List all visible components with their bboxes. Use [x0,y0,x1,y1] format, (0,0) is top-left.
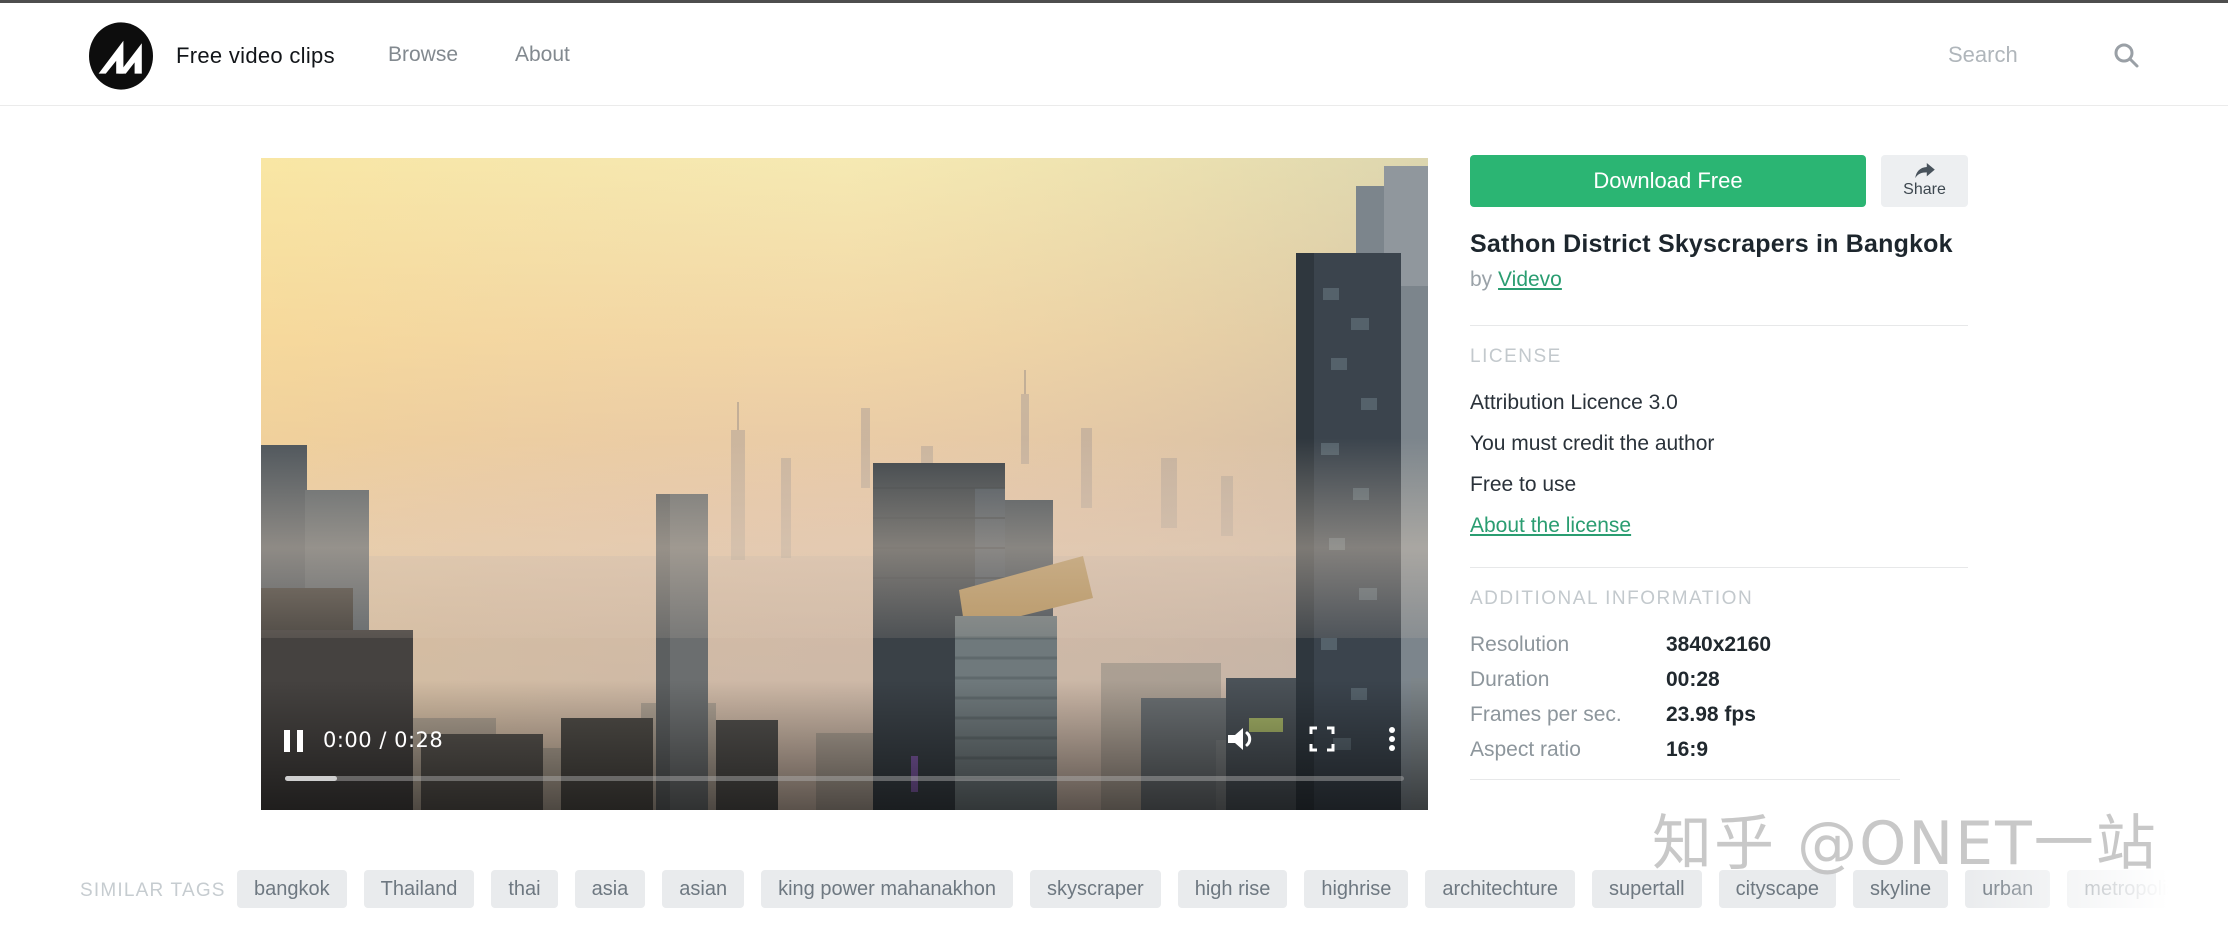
time-display: 0:00 / 0:28 [323,728,444,752]
tags-strip: bangkok Thailand thai asia asian king po… [237,870,2228,910]
tag-pill[interactable]: supertall [1592,870,1702,908]
video-title: Sathon District Skyscrapers in Bangkok [1470,230,1953,258]
info-value: 23.98 fps [1666,702,1756,726]
logo-icon [81,16,161,96]
about-license-link[interactable]: About the license [1470,514,1631,538]
additional-info-table: Resolution 3840x2160 Duration 00:28 Fram… [1470,627,1968,767]
pause-icon [284,730,290,752]
share-button[interactable]: Share [1881,155,1968,207]
tag-pill[interactable]: bangkok [237,870,347,908]
pause-button[interactable] [284,728,314,754]
info-label: Frames per sec. [1470,702,1622,726]
info-row: Frames per sec. 23.98 fps [1470,697,1968,732]
tag-pill[interactable]: cityscape [1718,870,1836,908]
volume-button[interactable] [1224,724,1256,754]
info-label: Duration [1470,667,1550,691]
tag-pill[interactable]: skyline [1853,870,1949,908]
tag-pill[interactable]: drone [2210,870,2228,908]
info-value: 16:9 [1666,737,1709,761]
fullscreen-button[interactable] [1306,724,1338,754]
kebab-icon [1389,727,1395,751]
volume-icon [1228,728,1252,750]
info-row: Aspect ratio 16:9 [1470,732,1968,767]
tag-pill[interactable]: asian [662,870,745,908]
divider [1470,779,1900,780]
tag-pill[interactable]: highrise [1304,870,1409,908]
download-free-button[interactable]: Download Free [1470,155,1866,207]
tag-pill[interactable]: Thailand [363,870,475,908]
similar-tags-heading: SIMILAR TAGS [80,880,226,901]
video-player[interactable]: 0:00 / 0:28 [261,158,1428,810]
additional-info-heading: ADDITIONAL INFORMATION [1470,588,1754,609]
nav-link-browse[interactable]: Browse [388,3,458,106]
divider [1470,325,1968,326]
tag-pill[interactable]: king power mahanakhon [761,870,1014,908]
brand-title: Free video clips [176,43,335,68]
byline: by Videvo [1470,268,1968,292]
progress-bar[interactable] [285,776,1404,781]
divider [1470,567,1968,568]
progress-played [285,776,337,781]
detail-panel: Download Free Share Sathon District Skys… [1470,155,1968,780]
tag-pill[interactable]: architechture [1425,870,1576,908]
info-label: Resolution [1470,632,1570,656]
author-link[interactable]: Videvo [1498,268,1562,291]
tag-pill[interactable]: high rise [1177,870,1288,908]
info-row: Duration 00:28 [1470,662,1968,697]
header: Free video clips Browse About [0,3,2228,106]
similar-tags-row: SIMILAR TAGS bangkok Thailand thai asia … [0,860,2228,920]
byline-prefix: by [1470,268,1493,291]
info-value: 00:28 [1666,667,1720,691]
license-line: Free to use [1470,473,1577,496]
share-button-label: Share [1903,181,1946,198]
tag-pill[interactable]: thai [491,870,558,908]
tag-pill[interactable]: metropolis [2067,870,2194,908]
info-label: Aspect ratio [1470,737,1581,761]
share-icon [1914,163,1935,179]
info-value: 3840x2160 [1666,632,1772,656]
tag-pill[interactable]: asia [574,870,646,908]
fullscreen-icon [1309,726,1335,752]
nav-link-about[interactable]: About [515,3,570,106]
license-line: Attribution Licence 3.0 [1470,391,1678,414]
search-area [1948,3,2140,106]
search-icon[interactable] [2112,41,2140,69]
license-line: You must credit the author [1470,432,1715,455]
tag-pill[interactable]: urban [1965,870,2051,908]
license-heading: LICENSE [1470,346,1562,367]
overflow-menu-button[interactable] [1376,724,1408,754]
info-row: Resolution 3840x2160 [1470,627,1968,662]
header-brand[interactable]: Free video clips [81,14,335,98]
tag-pill[interactable]: skyscraper [1030,870,1161,908]
search-input[interactable] [1948,41,2098,68]
